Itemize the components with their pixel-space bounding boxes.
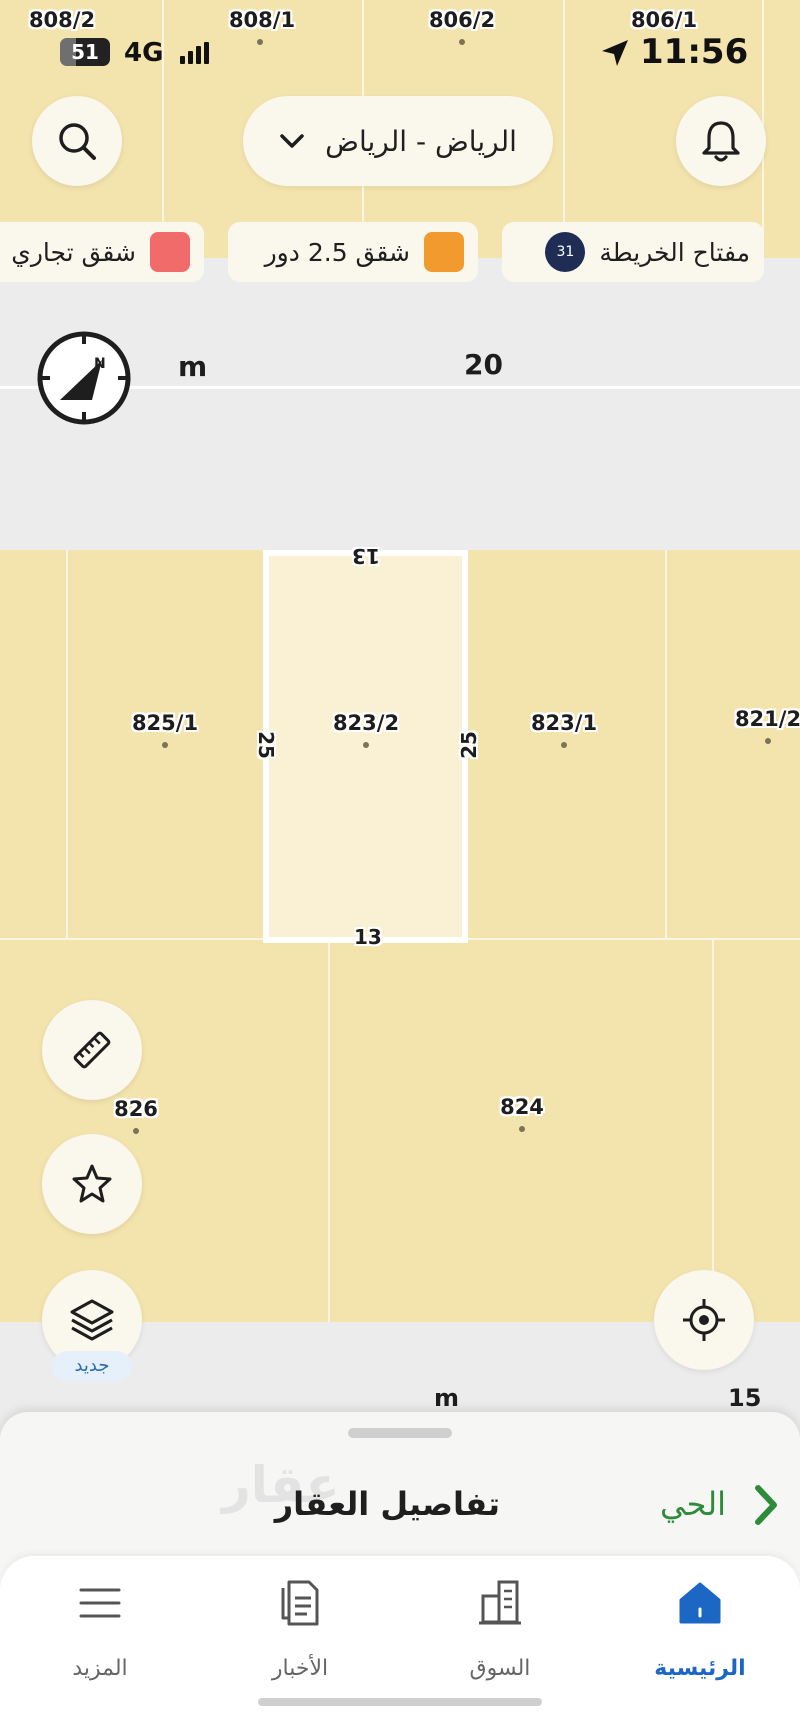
home-icon bbox=[679, 1582, 721, 1624]
parcel-block-lower bbox=[0, 940, 800, 1322]
home-indicator[interactable] bbox=[258, 1698, 542, 1706]
chevron-right-icon[interactable] bbox=[750, 1482, 780, 1528]
compass[interactable]: N bbox=[36, 330, 132, 426]
parcel-marker bbox=[561, 742, 567, 748]
svg-text:N: N bbox=[94, 356, 106, 372]
dimension-top: 13 bbox=[352, 544, 380, 568]
tab-news[interactable]: الأخبار bbox=[200, 1556, 400, 1696]
notifications-button[interactable] bbox=[676, 96, 766, 186]
map-key-label: مفتاح الخريطة bbox=[599, 237, 750, 267]
location-arrow-icon bbox=[602, 40, 628, 66]
status-bar: 51 4G 11:56 bbox=[0, 0, 800, 90]
favorite-button[interactable] bbox=[42, 1134, 142, 1234]
search-button[interactable] bbox=[32, 96, 122, 186]
sheet-title: تفاصيل العقار bbox=[274, 1485, 500, 1523]
compass-icon: N bbox=[37, 331, 131, 425]
legend-label: شقق 2.5 دور bbox=[264, 237, 410, 267]
parcel-divider bbox=[665, 550, 667, 940]
news-icon bbox=[281, 1580, 319, 1626]
tab-label: الرئيسية bbox=[654, 1656, 746, 1681]
parcel-label[interactable]: 824 bbox=[500, 1095, 544, 1119]
tab-label: المزيد bbox=[72, 1656, 128, 1681]
parcel-marker bbox=[765, 738, 771, 744]
menu-icon bbox=[79, 1588, 121, 1618]
parcel-label[interactable]: 826 bbox=[114, 1097, 158, 1121]
parcel-label[interactable]: 821/2 bbox=[735, 707, 800, 731]
chevron-down-icon bbox=[280, 134, 304, 148]
signal-icon bbox=[180, 42, 209, 64]
battery-indicator: 51 bbox=[60, 38, 110, 66]
parcel-label[interactable]: 823/2 bbox=[333, 711, 399, 735]
clock: 11:56 bbox=[640, 32, 749, 72]
city-label: الرياض - الرياض bbox=[325, 124, 517, 158]
parcel-marker bbox=[162, 742, 168, 748]
buildings-icon bbox=[479, 1580, 521, 1625]
legend-swatch bbox=[150, 232, 190, 272]
star-icon bbox=[72, 1164, 112, 1203]
parcel-label[interactable]: 823/1 bbox=[531, 711, 597, 735]
dimension-bottom: 13 bbox=[354, 925, 382, 949]
parcel-divider bbox=[328, 940, 330, 1322]
road-width-label: 20 bbox=[464, 348, 503, 381]
bell-icon bbox=[702, 121, 740, 162]
parcel-marker bbox=[133, 1128, 139, 1134]
search-icon bbox=[59, 123, 96, 160]
tab-label: السوق bbox=[469, 1656, 531, 1681]
tab-more[interactable]: المزيد bbox=[0, 1556, 200, 1696]
parcel-divider bbox=[66, 550, 68, 940]
dimension-left: 25 bbox=[253, 731, 278, 759]
road-unit-label: m bbox=[434, 1384, 460, 1412]
network-type: 4G bbox=[124, 38, 164, 68]
map-key-count: 31 bbox=[545, 232, 586, 272]
legend-swatch bbox=[424, 232, 464, 272]
road-width-label: 15 bbox=[728, 1384, 762, 1412]
tab-market[interactable]: السوق bbox=[400, 1556, 600, 1696]
district-link[interactable]: الحي bbox=[660, 1485, 726, 1523]
new-badge: جديد bbox=[52, 1351, 132, 1381]
dimension-right: 25 bbox=[456, 731, 481, 759]
crosshair-icon bbox=[683, 1299, 725, 1341]
road-unit-label: m bbox=[178, 350, 208, 383]
ruler-icon bbox=[73, 1031, 111, 1069]
locate-button[interactable] bbox=[654, 1270, 754, 1370]
parcel-label[interactable]: 825/1 bbox=[132, 711, 198, 735]
city-selector[interactable]: الرياض - الرياض bbox=[243, 96, 553, 186]
parcel-marker bbox=[519, 1126, 525, 1132]
parcel-divider bbox=[712, 940, 714, 1322]
map-key-chip[interactable]: مفتاح الخريطة 31 bbox=[502, 222, 764, 282]
tab-bar: المزيد الأخبار السوق الرئيسية bbox=[0, 1556, 800, 1729]
legend-chip-apartments[interactable]: شقق 2.5 دور bbox=[228, 222, 478, 282]
tab-label: الأخبار bbox=[271, 1656, 329, 1681]
layers-icon bbox=[70, 1299, 114, 1341]
legend-label: شقق تجاري bbox=[11, 237, 136, 267]
tab-home[interactable]: الرئيسية bbox=[600, 1556, 800, 1696]
legend-chip-commercial[interactable]: شقق تجاري bbox=[0, 222, 204, 282]
parcel-marker bbox=[363, 742, 369, 748]
sheet-grabber[interactable] bbox=[348, 1428, 452, 1438]
measure-button[interactable] bbox=[42, 1000, 142, 1100]
